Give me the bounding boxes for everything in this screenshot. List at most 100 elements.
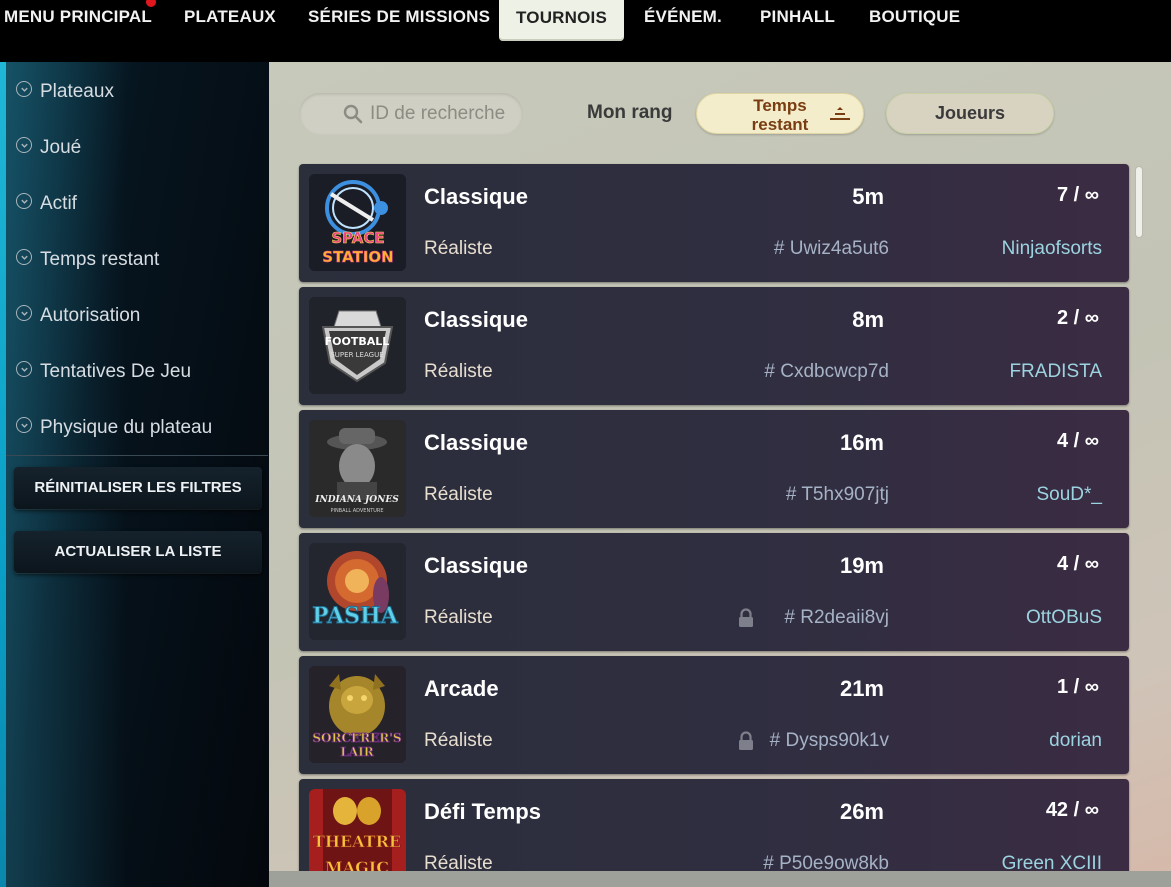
tournament-leader[interactable]: Ninjaofsorts xyxy=(919,238,1102,260)
indiana-jones-art-icon: INDIANA JONES PINBALL ADVENTURE xyxy=(309,420,406,517)
sort-ascending-icon xyxy=(830,107,850,120)
tournament-row[interactable]: PASHA Classique Réaliste 19m # R2deaii8v… xyxy=(299,533,1129,651)
filter-temps-restant[interactable]: Temps restant xyxy=(16,248,159,272)
top-navigation: MENU PRINCIPAL PLATEAUX SÉRIES DE MISSIO… xyxy=(0,0,1171,62)
reset-filters-button[interactable]: RÉINITIALISER LES FILTRES xyxy=(14,467,262,509)
chevron-down-icon xyxy=(16,417,32,433)
chevron-down-icon xyxy=(16,81,32,97)
nav-tab-boutique[interactable]: BOUTIQUE xyxy=(869,0,960,40)
time-remaining: 26m xyxy=(839,799,884,824)
filter-label: Autorisation xyxy=(40,305,141,326)
filter-label: Joué xyxy=(40,137,82,158)
player-count: 7 / ∞ xyxy=(1056,184,1099,206)
sort-players-button[interactable]: Joueurs xyxy=(886,93,1054,134)
chevron-down-icon xyxy=(16,305,32,321)
filter-joue[interactable]: Joué xyxy=(16,136,81,160)
sorcerers-lair-art-icon: SORCERER'S LAIR xyxy=(309,666,406,763)
sort-label: Temps restant xyxy=(735,96,825,134)
time-remaining: 21m xyxy=(839,676,884,701)
filter-label: Actif xyxy=(40,193,77,214)
nav-tab-plateaux[interactable]: PLATEAUX xyxy=(184,0,276,40)
tournament-mode: Réaliste xyxy=(424,730,493,751)
nav-tab-evenements[interactable]: ÉVÉNEM. xyxy=(644,0,722,40)
bottom-bar xyxy=(269,871,1171,887)
tournament-mode: Réaliste xyxy=(424,484,493,505)
pasha-art-icon: PASHA xyxy=(309,543,406,640)
tournament-row[interactable]: FOOTBALL SUPER LEAGUE Classique Réaliste… xyxy=(299,287,1129,405)
sort-label-line1: Temps xyxy=(753,96,807,115)
filter-autorisation[interactable]: Autorisation xyxy=(16,304,140,328)
sorcerer-logo-line1: SORCERER'S xyxy=(312,731,401,745)
list-scrollbar[interactable] xyxy=(1135,166,1143,238)
theatre-logo-line1: THEATRE xyxy=(313,832,401,851)
filter-tentatives-de-jeu[interactable]: Tentatives De Jeu xyxy=(16,360,191,384)
pasha-logo: PASHA xyxy=(312,603,399,629)
player-count: 1 / ∞ xyxy=(1056,676,1099,698)
space-station-logo-line1: SPACE xyxy=(331,229,384,247)
tournament-id: # T5hx907jtj xyxy=(785,484,889,505)
player-count: 2 / ∞ xyxy=(1056,307,1099,329)
time-remaining: 8m xyxy=(852,307,884,332)
notification-dot xyxy=(146,0,156,7)
tournament-type: Classique xyxy=(424,553,528,578)
tournament-mode: Réaliste xyxy=(424,361,493,382)
time-remaining: 16m xyxy=(839,430,884,455)
nav-tab-menu-principal[interactable]: MENU PRINCIPAL xyxy=(4,0,152,40)
sidebar-divider xyxy=(6,455,268,456)
tournament-id: # R2deaii8vj xyxy=(784,607,889,628)
time-remaining: 5m xyxy=(852,184,884,209)
football-logo-line1: FOOTBALL xyxy=(325,335,390,348)
tournament-id: # Dysps90k1v xyxy=(769,730,889,751)
nav-tab-tournois[interactable]: TOURNOIS xyxy=(499,0,625,41)
sort-label-line2: restant xyxy=(751,115,809,134)
search-placeholder: ID de recherche xyxy=(370,103,506,124)
tournament-leader[interactable]: dorian xyxy=(919,730,1102,752)
tournament-leader[interactable]: FRADISTA xyxy=(919,361,1102,383)
tournament-row[interactable]: SORCERER'S LAIR Arcade Réaliste 21m # Dy… xyxy=(299,656,1129,774)
tournament-type: Arcade xyxy=(424,676,499,701)
space-station-logo-line2: STATION xyxy=(322,248,393,266)
tournament-panel: ID de recherche Mon rang Temps restant J… xyxy=(269,62,1171,887)
sidebar-accent-edge xyxy=(0,62,6,887)
tournament-leader[interactable]: OttOBuS xyxy=(919,607,1102,629)
player-count: 42 / ∞ xyxy=(1045,799,1099,821)
sorcerer-logo-line2: LAIR xyxy=(340,745,374,759)
filter-sidebar: Plateaux Joué Actif Temps restant Autori… xyxy=(0,62,269,887)
tournament-type: Classique xyxy=(424,430,528,455)
my-rank-toggle[interactable]: Mon rang xyxy=(587,102,673,124)
player-count: 4 / ∞ xyxy=(1056,430,1099,452)
filter-label: Physique du plateau xyxy=(40,417,213,438)
tournament-leader[interactable]: SouD*_ xyxy=(919,484,1103,506)
sort-time-remaining-button[interactable]: Temps restant xyxy=(696,93,864,134)
tournament-type: Classique xyxy=(424,307,528,332)
chevron-down-icon xyxy=(16,249,32,265)
tournament-mode: Réaliste xyxy=(424,607,493,628)
filter-plateaux[interactable]: Plateaux xyxy=(16,80,114,104)
filter-physique-du-plateau[interactable]: Physique du plateau xyxy=(16,416,212,440)
search-icon xyxy=(343,104,363,124)
nav-tab-series-de-missions[interactable]: SÉRIES DE MISSIONS xyxy=(308,0,490,40)
time-remaining: 19m xyxy=(839,553,884,578)
tournament-row[interactable]: INDIANA JONES PINBALL ADVENTURE Classiqu… xyxy=(299,410,1129,528)
football-super-league-art-icon: FOOTBALL SUPER LEAGUE xyxy=(309,297,406,394)
tournament-id: # Uwiz4a5ut6 xyxy=(773,238,889,259)
football-logo-line2: SUPER LEAGUE xyxy=(330,351,383,359)
tournament-type: Défi Temps xyxy=(424,799,541,824)
nav-tab-pinhall[interactable]: PINHALL xyxy=(760,0,835,40)
filter-label: Plateaux xyxy=(40,81,114,102)
indiana-logo-line1: INDIANA JONES xyxy=(314,495,399,505)
tournament-mode: Réaliste xyxy=(424,238,493,259)
tournament-id: # Cxdbcwcp7d xyxy=(764,361,889,382)
space-station-art-icon: SPACE STATION xyxy=(309,174,406,271)
filter-label: Temps restant xyxy=(40,249,160,270)
player-count: 4 / ∞ xyxy=(1056,553,1099,575)
filter-actif[interactable]: Actif xyxy=(16,192,77,216)
filter-label: Tentatives De Jeu xyxy=(40,361,192,382)
tournament-row[interactable]: SPACE STATION Classique Réaliste 5m # Uw… xyxy=(299,164,1129,282)
chevron-down-icon xyxy=(16,193,32,209)
tournament-type: Classique xyxy=(424,184,528,209)
search-input[interactable]: ID de recherche xyxy=(299,93,523,135)
refresh-list-button[interactable]: ACTUALISER LA LISTE xyxy=(14,531,262,573)
indiana-logo-line2: PINBALL ADVENTURE xyxy=(330,508,383,514)
chevron-down-icon xyxy=(16,137,32,153)
